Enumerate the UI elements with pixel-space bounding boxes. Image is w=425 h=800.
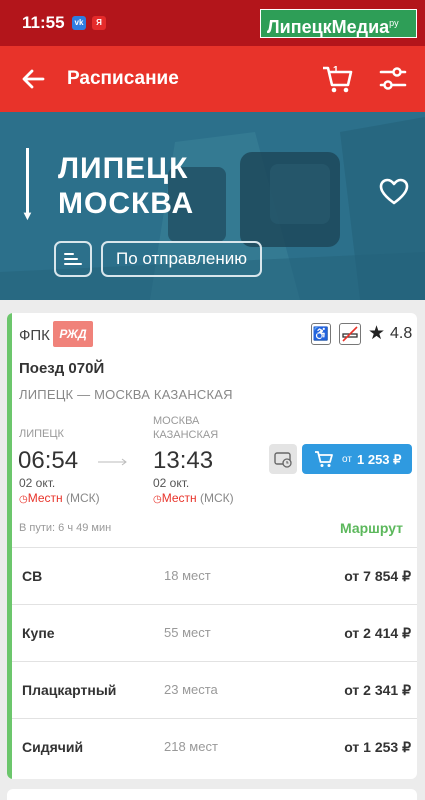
- departure-tz-local: Местн: [27, 491, 63, 505]
- class-price: от 2 414 ₽: [344, 625, 411, 641]
- class-row[interactable]: Сидячий 218 мест от 1 253 ₽: [12, 718, 417, 775]
- train-schedule-icon: [274, 452, 292, 468]
- class-seats: 218 мест: [164, 739, 218, 754]
- no-smoking-icon: [339, 323, 361, 345]
- departure-time: 06:54: [18, 447, 79, 474]
- banner-text: ЛипецкМедиа: [267, 17, 390, 37]
- class-price: от 2 341 ₽: [344, 682, 411, 698]
- class-name: СВ: [22, 568, 43, 584]
- train-route: ЛИПЕЦК — МОСКВА КАЗАНСКАЯ: [19, 387, 233, 402]
- schedule-button[interactable]: [269, 444, 297, 474]
- cart-icon[interactable]: 1: [321, 63, 353, 95]
- departure-city: ЛИПЕЦК: [58, 152, 189, 185]
- heart-icon[interactable]: [379, 178, 409, 206]
- sort-lines-icon: [64, 253, 82, 265]
- route-header: ▼ ЛИПЕЦК МОСКВА По отправлению: [0, 112, 425, 300]
- class-row[interactable]: Плацкартный 23 места от 2 341 ₽: [12, 661, 417, 718]
- arrival-tz-local: Местн: [161, 491, 197, 505]
- class-name: Сидячий: [22, 739, 84, 755]
- buy-ticket-button[interactable]: от 1 253 ₽: [302, 444, 412, 474]
- class-seats: 23 места: [164, 682, 218, 697]
- sort-order-button[interactable]: [54, 241, 92, 277]
- back-arrow-icon[interactable]: [18, 64, 48, 94]
- clock-icon: ◷: [153, 494, 162, 505]
- cart-count-badge: 1: [333, 65, 339, 76]
- arrival-tz-msk: (МСК): [200, 491, 234, 505]
- clock-icon: ◷: [19, 494, 28, 505]
- lipetskmedia-banner[interactable]: ЛипецкМедиару: [260, 9, 417, 38]
- departure-timezone: ◷Местн (МСК): [19, 491, 100, 505]
- next-train-card[interactable]: [7, 789, 417, 800]
- class-row[interactable]: Купе 55 мест от 2 414 ₽: [12, 604, 417, 661]
- arrival-timezone: ◷Местн (МСК): [153, 491, 234, 505]
- page-title: Расписание: [67, 68, 179, 89]
- rzd-logo: РЖД: [53, 321, 93, 347]
- train-card[interactable]: ФПК РЖД ♿ ★ 4.8 Поезд 070Й ЛИПЕЦК — МОСК…: [7, 313, 417, 779]
- class-name: Купе: [22, 625, 55, 641]
- status-bar: 11:55 vk Я ЛипецкМедиару: [0, 0, 425, 46]
- departure-station: ЛИПЕЦК: [19, 428, 64, 440]
- route-direction-arrow-icon: ▼: [21, 208, 34, 223]
- arrival-station: МОСКВА КАЗАНСКАЯ: [153, 415, 219, 441]
- class-row[interactable]: СВ 18 мест от 7 854 ₽: [12, 547, 417, 604]
- status-time: 11:55: [22, 13, 65, 32]
- time-arrow-icon: [98, 458, 127, 466]
- arrival-time: 13:43: [153, 447, 214, 474]
- departure-tz-msk: (МСК): [66, 491, 100, 505]
- departure-date: 02 окт.: [19, 476, 56, 490]
- arrival-date: 02 окт.: [153, 476, 190, 490]
- cart-icon: [315, 451, 333, 467]
- sort-by-departure-button[interactable]: По отправлению: [101, 241, 262, 277]
- class-price: от 7 854 ₽: [344, 568, 411, 584]
- buy-price: 1 253 ₽: [357, 452, 402, 467]
- wheelchair-icon: ♿: [311, 323, 331, 345]
- train-rating: 4.8: [390, 325, 413, 342]
- travel-duration: В пути: 6 ч 49 мин: [19, 522, 112, 534]
- class-seats: 18 мест: [164, 568, 211, 583]
- carrier-name: ФПК: [19, 327, 50, 344]
- class-name: Плацкартный: [22, 682, 117, 698]
- class-price: от 1 253 ₽: [344, 739, 411, 755]
- vk-app-icon: vk: [72, 16, 86, 30]
- app-toolbar: Расписание 1: [0, 46, 425, 112]
- filter-icon[interactable]: [378, 64, 408, 94]
- route-link[interactable]: Маршрут: [340, 520, 403, 536]
- train-number: Поезд 070Й: [19, 360, 105, 377]
- yandex-app-icon: Я: [92, 16, 106, 30]
- star-icon: ★: [368, 323, 386, 344]
- arrival-city: МОСКВА: [58, 187, 195, 220]
- route-direction-line: [26, 148, 29, 216]
- buy-price-prefix: от: [342, 454, 352, 465]
- banner-suffix: ру: [389, 18, 399, 28]
- class-seats: 55 мест: [164, 625, 211, 640]
